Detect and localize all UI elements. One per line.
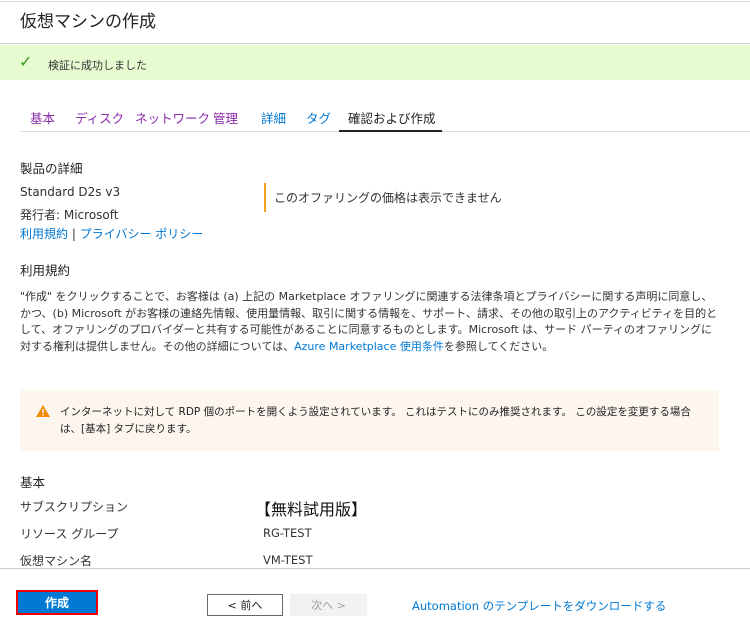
product-links: 利用規約 | プライバシー ポリシー — [20, 225, 203, 242]
resource-group-value: RG-TEST — [263, 526, 312, 540]
privacy-policy-link[interactable]: プライバシー ポリシー — [80, 227, 204, 241]
vm-name-value: VM-TEST — [263, 553, 313, 567]
terms-text: "作成" をクリックすることで、お客様は (a) 上記の Marketplace… — [20, 289, 720, 355]
marketplace-terms-link[interactable]: Azure Marketplace 使用条件 — [294, 340, 444, 353]
price-note-bar — [264, 183, 266, 212]
header-divider — [0, 43, 750, 44]
terms-of-use-link[interactable]: 利用規約 — [20, 227, 68, 241]
terms-text-end: を参照してください。 — [443, 339, 554, 353]
link-separator: | — [71, 227, 76, 241]
previous-button[interactable]: < 前へ — [207, 594, 283, 616]
resource-group-label: リソース グループ — [20, 527, 119, 541]
warning-text: インターネットに対して RDP 個のポートを開くよう設定されています。 これはテ… — [60, 406, 691, 435]
subscription-label: サブスクリプション — [20, 500, 129, 514]
validation-message: 検証に成功しました — [48, 59, 147, 72]
footer-divider — [0, 568, 750, 569]
active-tab-indicator — [339, 130, 442, 132]
tab-basics[interactable]: 基本 — [30, 108, 55, 127]
check-icon: ✓ — [19, 52, 33, 71]
product-details-heading: 製品の詳細 — [20, 161, 83, 176]
top-divider — [0, 1, 750, 2]
tab-management[interactable]: 管理 — [213, 108, 238, 127]
basics-heading: 基本 — [20, 475, 46, 490]
tab-tags[interactable]: タグ — [306, 108, 331, 127]
subscription-value: 【無料試用版】 — [255, 500, 368, 519]
tab-review-create[interactable]: 確認および作成 — [348, 108, 436, 127]
create-button[interactable]: 作成 — [16, 590, 98, 615]
page-title: 仮想マシンの作成 — [20, 12, 156, 32]
terms-heading: 利用規約 — [20, 263, 71, 278]
next-button[interactable]: 次へ > — [290, 594, 367, 616]
tab-disks[interactable]: ディスク — [75, 108, 124, 127]
tab-networking[interactable]: ネットワーク — [135, 108, 210, 127]
product-name: Standard D2s v3 — [20, 185, 121, 199]
tab-advanced[interactable]: 詳細 — [261, 108, 286, 127]
download-template-link[interactable]: Automation のテンプレートをダウンロードする — [412, 598, 666, 614]
vm-name-label: 仮想マシン名 — [20, 554, 93, 568]
warning-icon — [36, 405, 50, 417]
price-note: このオファリングの価格は表示できません — [274, 191, 502, 205]
publisher: 発行者: Microsoft — [20, 208, 119, 222]
